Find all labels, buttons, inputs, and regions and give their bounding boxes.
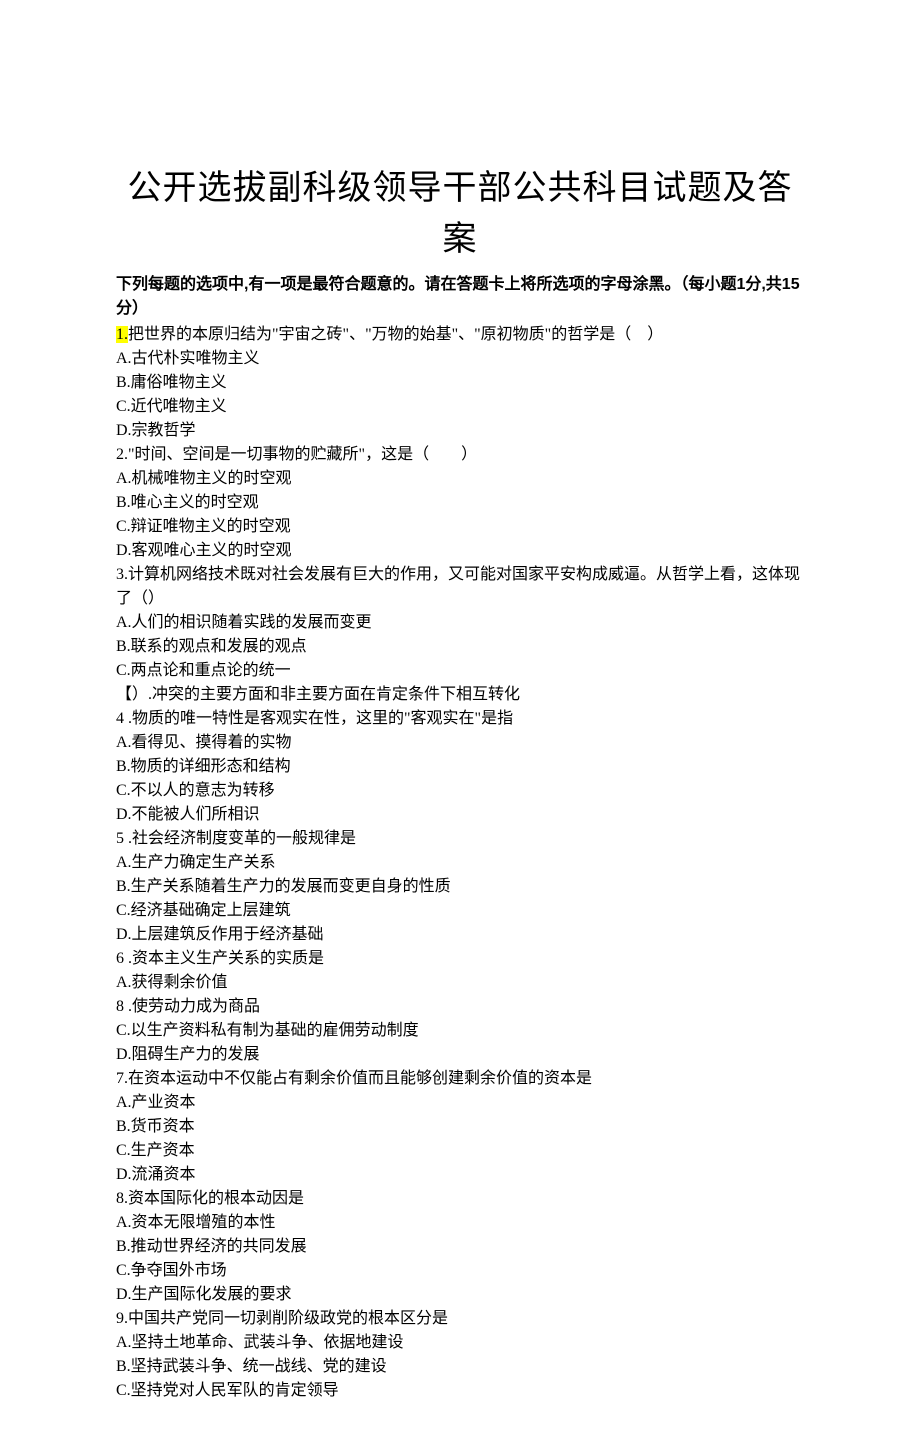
question-text: 计算机网络技术既对社会发展有巨大的作用，又可能对国家平安构成威逼。从哲学上看，这… bbox=[116, 566, 800, 607]
option: D.阻碍生产力的发展 bbox=[116, 1043, 804, 1067]
option: D.上层建筑反作用于经济基础 bbox=[116, 923, 804, 947]
question-text: "时间、空间是一切事物的贮藏所"，这是（ ） bbox=[128, 446, 477, 463]
question-5: 5 .社会经济制度变革的一般规律是 bbox=[116, 827, 804, 851]
question-text: .资本主义生产关系的实质是 bbox=[124, 950, 324, 967]
option: A.获得剩余价值 bbox=[116, 971, 804, 995]
option: C.生产资本 bbox=[116, 1139, 804, 1163]
question-4: 4 .物质的唯一特性是客观实在性，这里的"客观实在"是指 bbox=[116, 707, 804, 731]
option: B.唯心主义的时空观 bbox=[116, 491, 804, 515]
option: B.货币资本 bbox=[116, 1115, 804, 1139]
option: A.资本无限增殖的本性 bbox=[116, 1211, 804, 1235]
question-2: 2."时间、空间是一切事物的贮藏所"，这是（ ） bbox=[116, 443, 804, 467]
option: 8 .使劳动力成为商品 bbox=[116, 995, 804, 1019]
question-text: .社会经济制度变革的一般规律是 bbox=[124, 830, 356, 847]
question-9: 9.中国共产党同一切剥削阶级政党的根本区分是 bbox=[116, 1307, 804, 1331]
option: C.坚持党对人民军队的肯定领导 bbox=[116, 1379, 804, 1403]
option: A.看得见、摸得着的实物 bbox=[116, 731, 804, 755]
question-text: 资本国际化的根本动因是 bbox=[128, 1190, 304, 1207]
page-title: 公开选拔副科级领导干部公共科目试题及答案 bbox=[116, 163, 804, 265]
option: D.不能被人们所相识 bbox=[116, 803, 804, 827]
questions-container: 1.把世界的本原归结为"宇宙之砖"、"万物的始基"、"原初物质"的哲学是（ ）A… bbox=[116, 323, 804, 1403]
question-number: 8. bbox=[116, 1190, 128, 1207]
option: B.物质的详细形态和结构 bbox=[116, 755, 804, 779]
question-number: 9. bbox=[116, 1310, 128, 1327]
question-text: .物质的唯一特性是客观实在性，这里的"客观实在"是指 bbox=[124, 710, 513, 727]
option: A.产业资本 bbox=[116, 1091, 804, 1115]
option: C.辩证唯物主义的时空观 bbox=[116, 515, 804, 539]
option: C.近代唯物主义 bbox=[116, 395, 804, 419]
question-number: 2. bbox=[116, 446, 128, 463]
option: C.争夺国外市场 bbox=[116, 1259, 804, 1283]
option: B.庸俗唯物主义 bbox=[116, 371, 804, 395]
option: A.古代朴实唯物主义 bbox=[116, 347, 804, 371]
option: C.以生产资料私有制为基础的雇佣劳动制度 bbox=[116, 1019, 804, 1043]
option: A.坚持土地革命、武装斗争、依据地建设 bbox=[116, 1331, 804, 1355]
question-1: 1.把世界的本原归结为"宇宙之砖"、"万物的始基"、"原初物质"的哲学是（ ） bbox=[116, 323, 804, 347]
option: A.生产力确定生产关系 bbox=[116, 851, 804, 875]
option: A.机械唯物主义的时空观 bbox=[116, 467, 804, 491]
option: B.坚持武装斗争、统一战线、党的建设 bbox=[116, 1355, 804, 1379]
option: D.客观唯心主义的时空观 bbox=[116, 539, 804, 563]
question-text: 中国共产党同一切剥削阶级政党的根本区分是 bbox=[128, 1310, 448, 1327]
option: C.不以人的意志为转移 bbox=[116, 779, 804, 803]
question-7: 7.在资本运动中不仅能占有剩余价值而且能够创建剩余价值的资本是 bbox=[116, 1067, 804, 1091]
question-number: 7. bbox=[116, 1070, 128, 1087]
instructions: 下列每题的选项中,有一项是最符合题意的。请在答题卡上将所选项的字母涂黑。（每小题… bbox=[116, 273, 804, 321]
question-text: 在资本运动中不仅能占有剩余价值而且能够创建剩余价值的资本是 bbox=[128, 1070, 592, 1087]
option: D.生产国际化发展的要求 bbox=[116, 1283, 804, 1307]
option: D.流涌资本 bbox=[116, 1163, 804, 1187]
question-number: 6 bbox=[116, 950, 124, 967]
option: C.两点论和重点论的统一 bbox=[116, 659, 804, 683]
option: B.联系的观点和发展的观点 bbox=[116, 635, 804, 659]
question-number: 3. bbox=[116, 566, 128, 583]
option: A.人们的相识随着实践的发展而变更 bbox=[116, 611, 804, 635]
question-3: 3.计算机网络技术既对社会发展有巨大的作用，又可能对国家平安构成威逼。从哲学上看… bbox=[116, 563, 804, 611]
question-number: 1. bbox=[116, 326, 128, 343]
question-6: 6 .资本主义生产关系的实质是 bbox=[116, 947, 804, 971]
option: C.经济基础确定上层建筑 bbox=[116, 899, 804, 923]
question-text: 把世界的本原归结为"宇宙之砖"、"万物的始基"、"原初物质"的哲学是（ ） bbox=[128, 326, 663, 343]
option: B.生产关系随着生产力的发展而变更自身的性质 bbox=[116, 875, 804, 899]
question-8: 8.资本国际化的根本动因是 bbox=[116, 1187, 804, 1211]
question-number: 4 bbox=[116, 710, 124, 727]
option: 【）.冲突的主要方面和非主要方面在肯定条件下相互转化 bbox=[116, 683, 804, 707]
question-number: 5 bbox=[116, 830, 124, 847]
option: D.宗教哲学 bbox=[116, 419, 804, 443]
option: B.推动世界经济的共同发展 bbox=[116, 1235, 804, 1259]
